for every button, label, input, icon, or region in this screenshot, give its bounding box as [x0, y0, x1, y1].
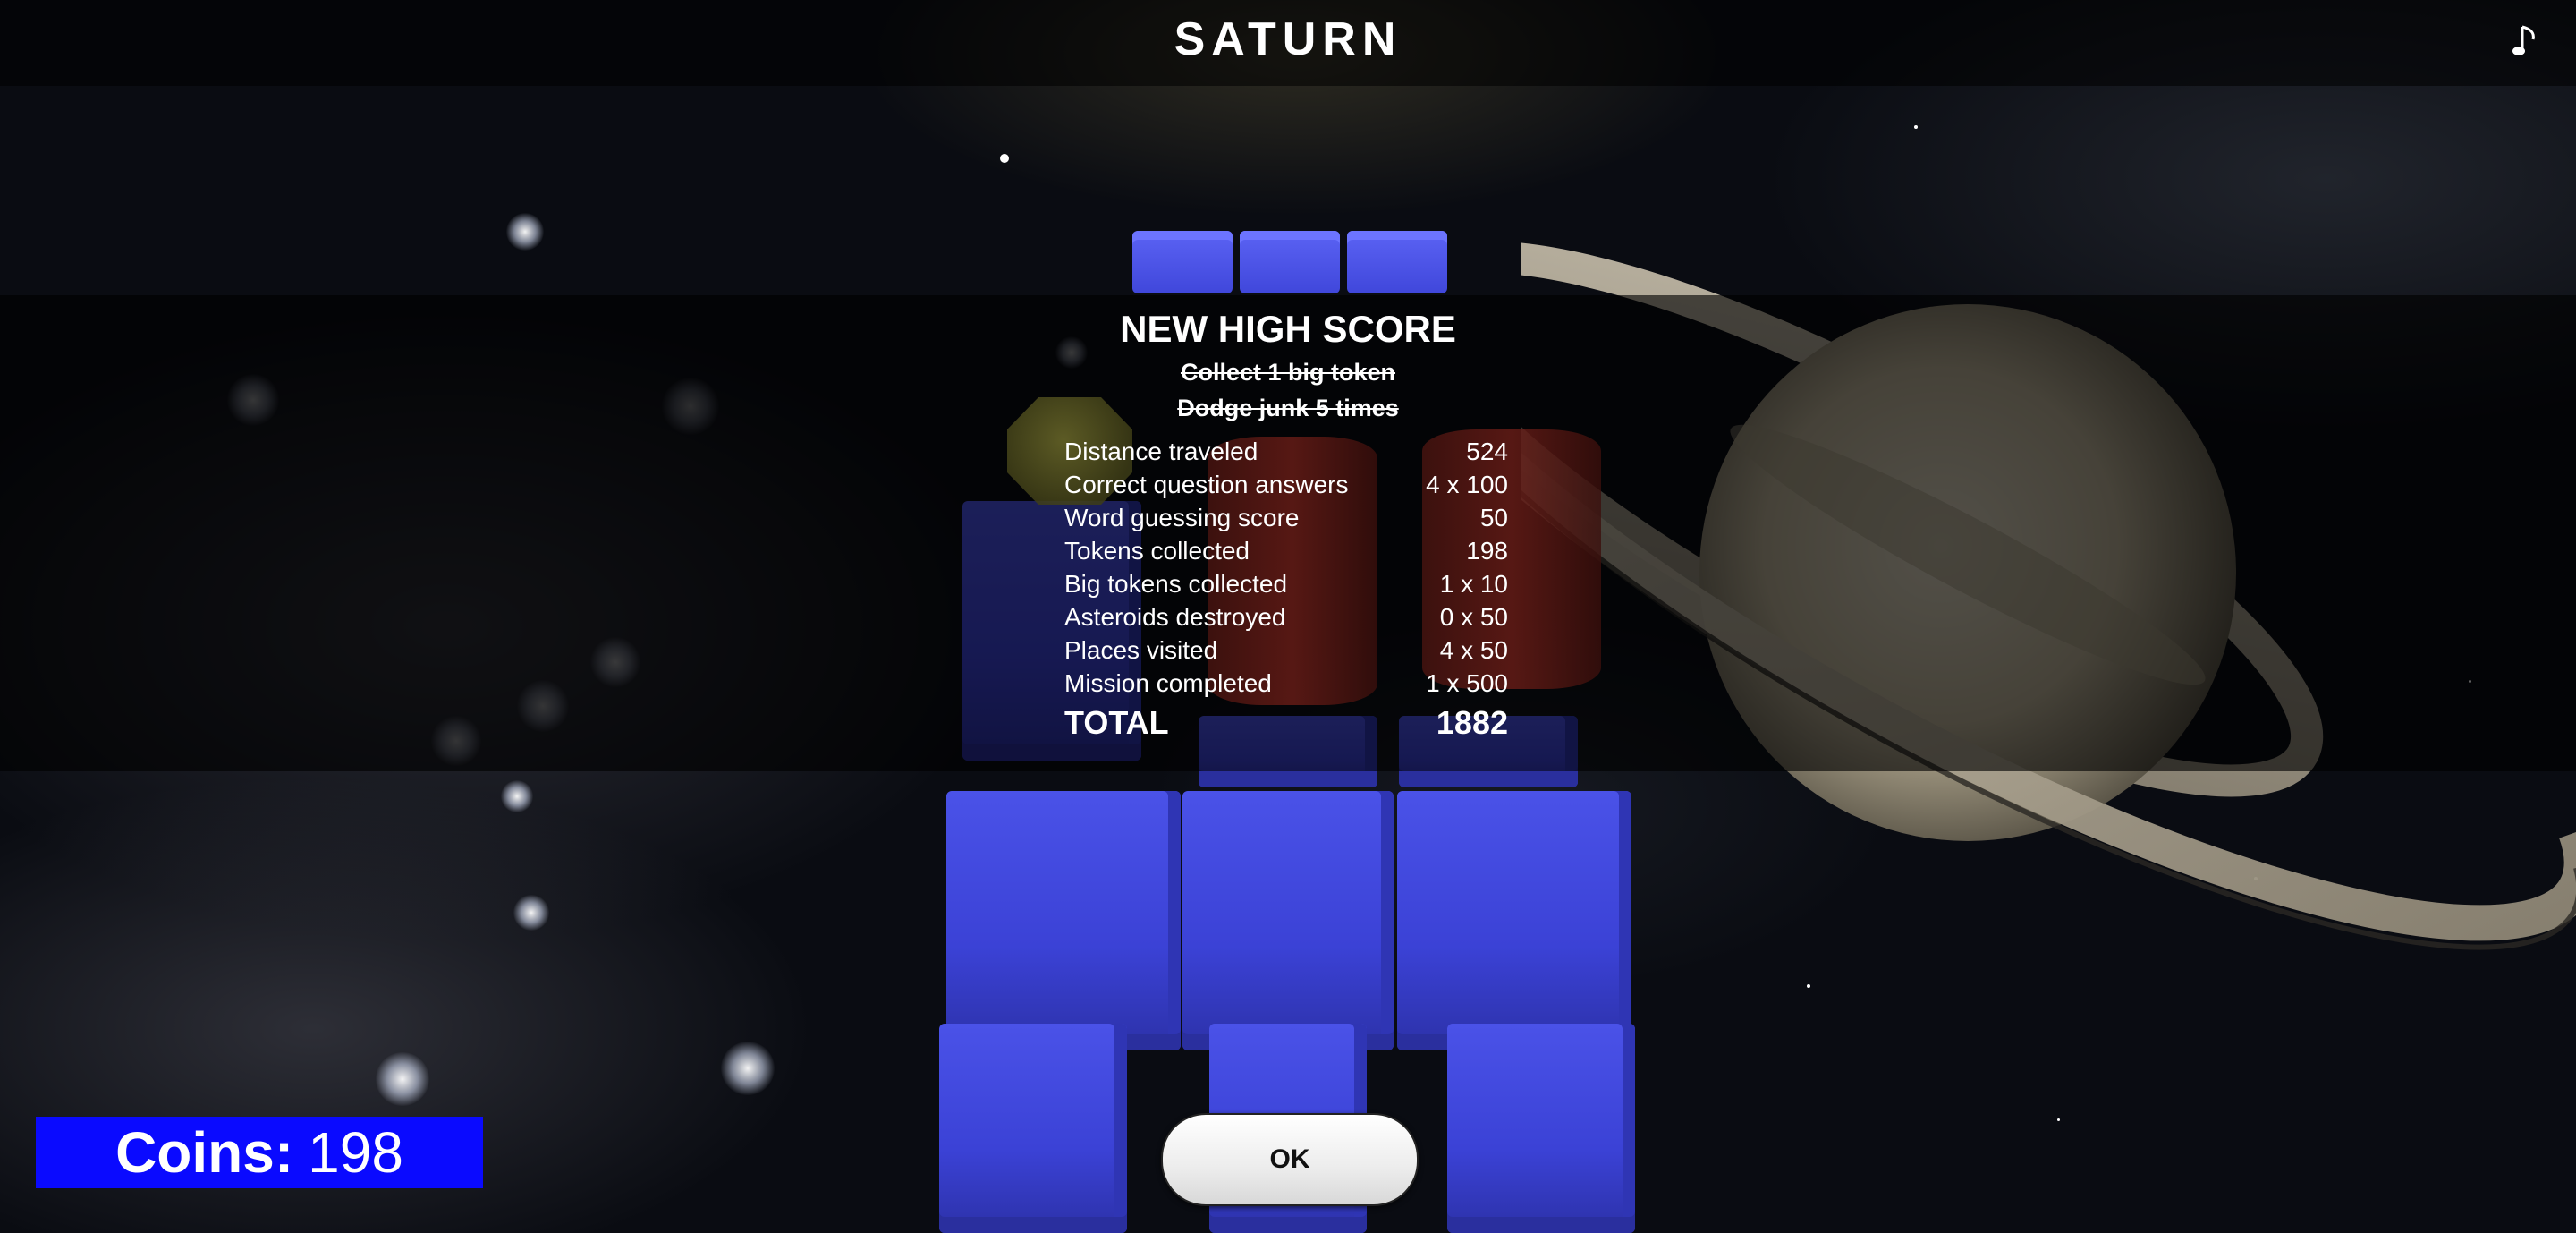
score-row: Word guessing score 50 [1064, 501, 1508, 534]
score-value: 4 x 50 [1439, 636, 1508, 664]
music-note-icon[interactable] [2512, 23, 2542, 59]
block [1397, 791, 1631, 1050]
score-label: Places visited [1064, 636, 1218, 664]
total-label: TOTAL [1064, 704, 1169, 741]
total-row: TOTAL 1882 [1064, 702, 1508, 744]
score-row: Tokens collected 198 [1064, 534, 1508, 567]
block [1240, 231, 1340, 293]
coins-counter: Coins: 198 [36, 1117, 483, 1188]
score-label: Big tokens collected [1064, 570, 1288, 598]
star [1000, 154, 1009, 163]
mission-item: Collect 1 big token [1180, 359, 1396, 386]
score-label: Word guessing score [1064, 504, 1300, 531]
score-value: 198 [1466, 537, 1508, 565]
results-heading: NEW HIGH SCORE [1120, 308, 1456, 350]
star [501, 780, 533, 812]
star [376, 1052, 429, 1106]
score-row: Distance traveled 524 [1064, 435, 1508, 468]
score-value: 4 x 100 [1426, 471, 1508, 498]
coins-label: Coins: [115, 1120, 294, 1185]
score-value: 524 [1466, 438, 1508, 465]
score-row: Asteroids destroyed 0 x 50 [1064, 600, 1508, 634]
score-value: 1 x 10 [1439, 570, 1508, 598]
results-panel: NEW HIGH SCORE Collect 1 big token Dodge… [1064, 308, 1512, 744]
star [513, 895, 549, 931]
block [1182, 791, 1394, 1050]
block [1447, 1024, 1635, 1233]
score-row: Big tokens collected 1 x 10 [1064, 567, 1508, 600]
score-value: 50 [1479, 504, 1508, 531]
game-scene: SATURN NEW HIGH SCORE Collect 1 big toke… [0, 0, 2576, 1233]
star [506, 213, 544, 251]
score-label: Mission completed [1064, 669, 1272, 697]
score-value: 1 x 500 [1426, 669, 1508, 697]
block [1347, 231, 1447, 293]
mission-item: Dodge junk 5 times [1177, 395, 1399, 421]
star [2057, 1118, 2060, 1121]
score-row: Mission completed 1 x 500 [1064, 667, 1508, 700]
coins-value: 198 [308, 1120, 403, 1185]
score-row: Places visited 4 x 50 [1064, 634, 1508, 667]
level-title: SATURN [1174, 13, 1402, 65]
block [939, 1024, 1127, 1233]
score-label: Asteroids destroyed [1064, 603, 1286, 631]
score-value: 0 x 50 [1439, 603, 1508, 631]
star [1914, 125, 1918, 129]
ok-button[interactable]: OK [1161, 1113, 1419, 1206]
score-label: Tokens collected [1064, 537, 1250, 565]
block [946, 791, 1181, 1050]
score-label: Correct question answers [1064, 471, 1349, 498]
score-table: Distance traveled 524 Correct question an… [1064, 435, 1512, 744]
total-value: 1882 [1436, 704, 1508, 741]
score-row: Correct question answers 4 x 100 [1064, 468, 1508, 501]
block [1132, 231, 1233, 293]
score-label: Distance traveled [1064, 438, 1258, 465]
star [721, 1042, 775, 1095]
